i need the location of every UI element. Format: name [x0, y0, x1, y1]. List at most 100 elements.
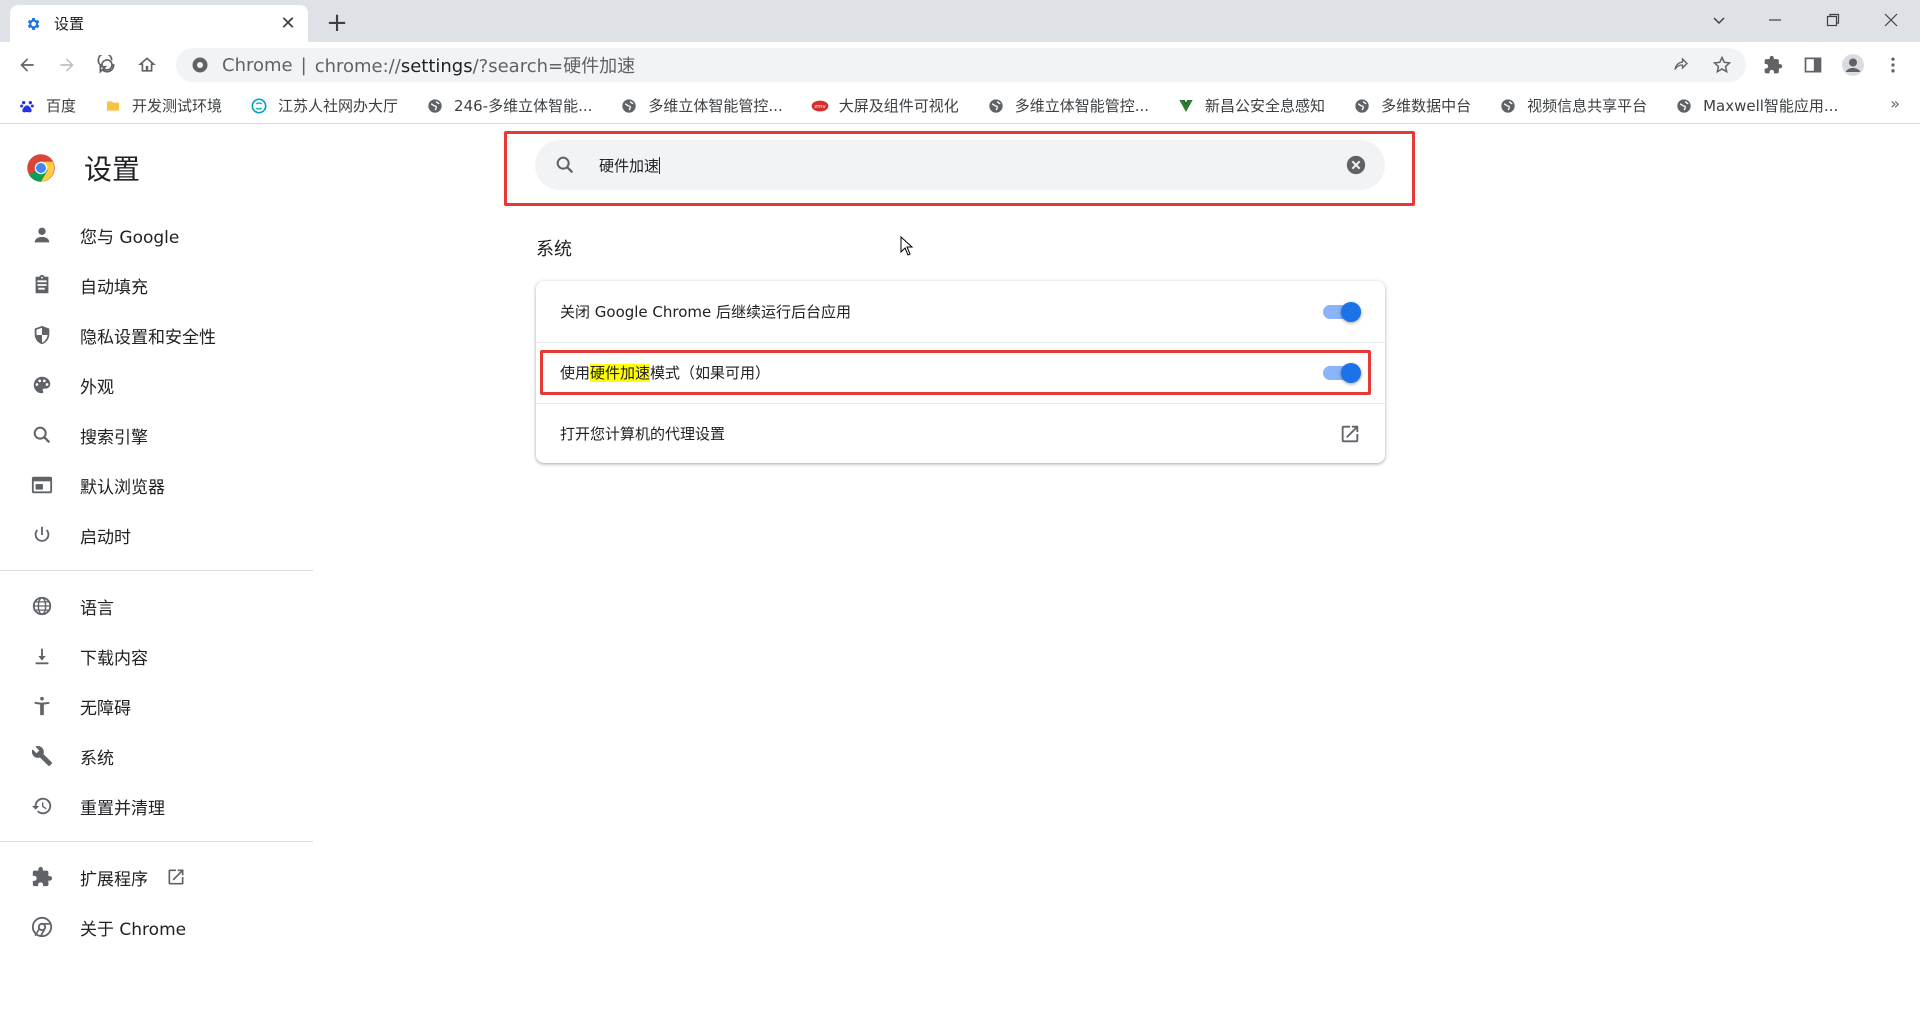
bookmark-item[interactable]: zmv 大屏及组件可视化 [811, 92, 969, 120]
minimize-button[interactable] [1752, 0, 1798, 40]
side-panel-icon[interactable] [1798, 50, 1828, 80]
person-icon [30, 223, 54, 247]
extensions-icon[interactable] [1758, 50, 1788, 80]
bookmark-label: 百度 [46, 97, 77, 115]
bookmarks-bar: 百度 开发测试环境 江苏人社网办大厅 246-多维立体智能... 多维立体智能管控...… [0, 88, 1920, 124]
sidebar-item-label: 隐私设置和安全性 [80, 327, 216, 348]
restore-button[interactable] [1810, 0, 1856, 40]
background-apps-toggle[interactable] [1323, 301, 1361, 323]
bookmark-label: 新昌公安全息感知 [1205, 97, 1326, 115]
sidebar-item-shield[interactable]: 隐私设置和安全性 [0, 310, 313, 360]
accessibility-icon [30, 694, 54, 718]
download-icon [30, 644, 54, 668]
bookmark-label: Maxwell智能应用... [1703, 97, 1839, 115]
bookmark-label: 视频信息共享平台 [1527, 97, 1648, 115]
page-title: 设置 [84, 153, 141, 186]
bookmark-item[interactable]: 开发测试环境 [104, 92, 232, 120]
bookmark-item[interactable]: 百度 [18, 92, 86, 120]
sidebar-item-label: 系统 [80, 748, 114, 769]
sidebar-item-label: 无障碍 [80, 698, 131, 719]
sidebar-item-power[interactable]: 启动时 [0, 510, 313, 560]
url-separator: | [300, 54, 307, 76]
mouse-cursor-icon [900, 235, 914, 260]
sidebar-item-palette[interactable]: 外观 [0, 360, 313, 410]
sidebar-item-wrench[interactable]: 系统 [0, 731, 313, 781]
setting-row-background-apps[interactable]: 关闭 Google Chrome 后继续运行后台应用 [536, 281, 1385, 342]
power-icon [30, 523, 54, 547]
tab-title: 设置 [54, 15, 85, 33]
setting-label: 关闭 Google Chrome 后继续运行后台应用 [560, 303, 852, 321]
sidebar-item-label: 语言 [80, 598, 114, 619]
back-button[interactable] [12, 50, 42, 80]
address-bar[interactable]: Chrome | chrome://settings/?search=硬件加速 [176, 48, 1746, 82]
chrome-icon [190, 55, 210, 75]
sidebar-item-label: 启动时 [80, 527, 131, 548]
sidebar-item-label: 下载内容 [80, 648, 148, 669]
bookmark-item[interactable]: 视频信息共享平台 [1499, 92, 1657, 120]
nav-divider [0, 841, 313, 842]
sidebar-item-search[interactable]: 搜索引擎 [0, 410, 313, 460]
menu-kebab-icon[interactable] [1878, 50, 1908, 80]
sidebar-item-download[interactable]: 下载内容 [0, 631, 313, 681]
svg-text:zmv: zmv [814, 103, 826, 109]
setting-row-proxy[interactable]: 打开您计算机的代理设置 [536, 403, 1385, 464]
bookmarks-more-icon[interactable]: » [1890, 94, 1900, 113]
bookmark-label: 多维立体智能管控... [648, 97, 783, 115]
bookmark-item[interactable]: Maxwell智能应用... [1675, 92, 1848, 120]
clipboard-icon [30, 273, 54, 297]
nav-divider [0, 570, 313, 571]
bookmark-item[interactable]: 多维数据中台 [1353, 92, 1481, 120]
settings-header: 设置 [26, 148, 140, 188]
url-text: chrome://settings/?search=硬件加速 [314, 56, 636, 77]
circle-logo-icon [250, 97, 268, 115]
bookmark-star-icon[interactable] [1707, 50, 1737, 80]
globe-icon [1675, 97, 1693, 115]
bookmark-item[interactable]: 多维立体智能管控... [987, 92, 1159, 120]
history-icon [30, 794, 54, 818]
globe-icon [426, 97, 444, 115]
home-button[interactable] [132, 50, 162, 80]
sidebar-item-clipboard[interactable]: 自动填充 [0, 260, 313, 310]
close-window-button[interactable] [1868, 0, 1914, 40]
forward-button[interactable] [52, 50, 82, 80]
bookmark-label: 246-多维立体智能... [454, 97, 593, 115]
close-tab-icon[interactable]: ✕ [278, 13, 298, 34]
sidebar-item-label: 默认浏览器 [80, 477, 165, 498]
sidebar-item-label: 关于 Chrome [80, 919, 187, 940]
sidebar-item-browser[interactable]: 默认浏览器 [0, 460, 313, 510]
highlight-box-search [504, 131, 1415, 206]
sidebar-item-label: 您与 Google [80, 227, 180, 248]
globe-icon [1353, 97, 1371, 115]
bookmark-item[interactable]: 江苏人社网办大厅 [250, 92, 408, 120]
sidebar-item-person[interactable]: 您与 Google [0, 210, 313, 260]
sidebar-item-label: 搜索引擎 [80, 427, 148, 448]
baidu-icon [18, 97, 36, 115]
bookmark-item[interactable]: 新昌公安全息感知 [1177, 92, 1335, 120]
zmv-icon: zmv [811, 97, 829, 115]
reload-button[interactable] [92, 50, 122, 80]
sidebar-item-globe[interactable]: 语言 [0, 581, 313, 631]
sidebar-item-accessibility[interactable]: 无障碍 [0, 681, 313, 731]
tab-search-icon[interactable] [1696, 0, 1742, 40]
sidebar-item-chrome[interactable]: 关于 Chrome [0, 902, 313, 952]
globe-icon [30, 594, 54, 618]
sidebar-item-label: 外观 [80, 377, 114, 398]
sidebar-item-label: 自动填充 [80, 277, 148, 298]
tab-settings[interactable]: 设置 ✕ [10, 5, 308, 42]
new-tab-button[interactable]: + [322, 8, 352, 38]
globe-icon [1499, 97, 1517, 115]
browser-icon [30, 473, 54, 497]
profile-avatar[interactable] [1838, 50, 1868, 80]
setting-label: 打开您计算机的代理设置 [560, 425, 726, 443]
wrench-icon [30, 744, 54, 768]
bookmark-item[interactable]: 246-多维立体智能... [426, 92, 602, 120]
puzzle-icon [30, 865, 54, 889]
open-external-icon[interactable] [1339, 423, 1361, 445]
settings-nav: 您与 Google 自动填充隐私设置和安全性 外观搜索引擎默认浏览器启动时 语言下载… [0, 210, 313, 952]
palette-icon [30, 373, 54, 397]
share-icon[interactable] [1666, 50, 1696, 80]
gear-icon [24, 15, 42, 33]
sidebar-item-puzzle[interactable]: 扩展程序 [0, 852, 313, 902]
bookmark-item[interactable]: 多维立体智能管控... [620, 92, 792, 120]
sidebar-item-history[interactable]: 重置并清理 [0, 781, 313, 831]
